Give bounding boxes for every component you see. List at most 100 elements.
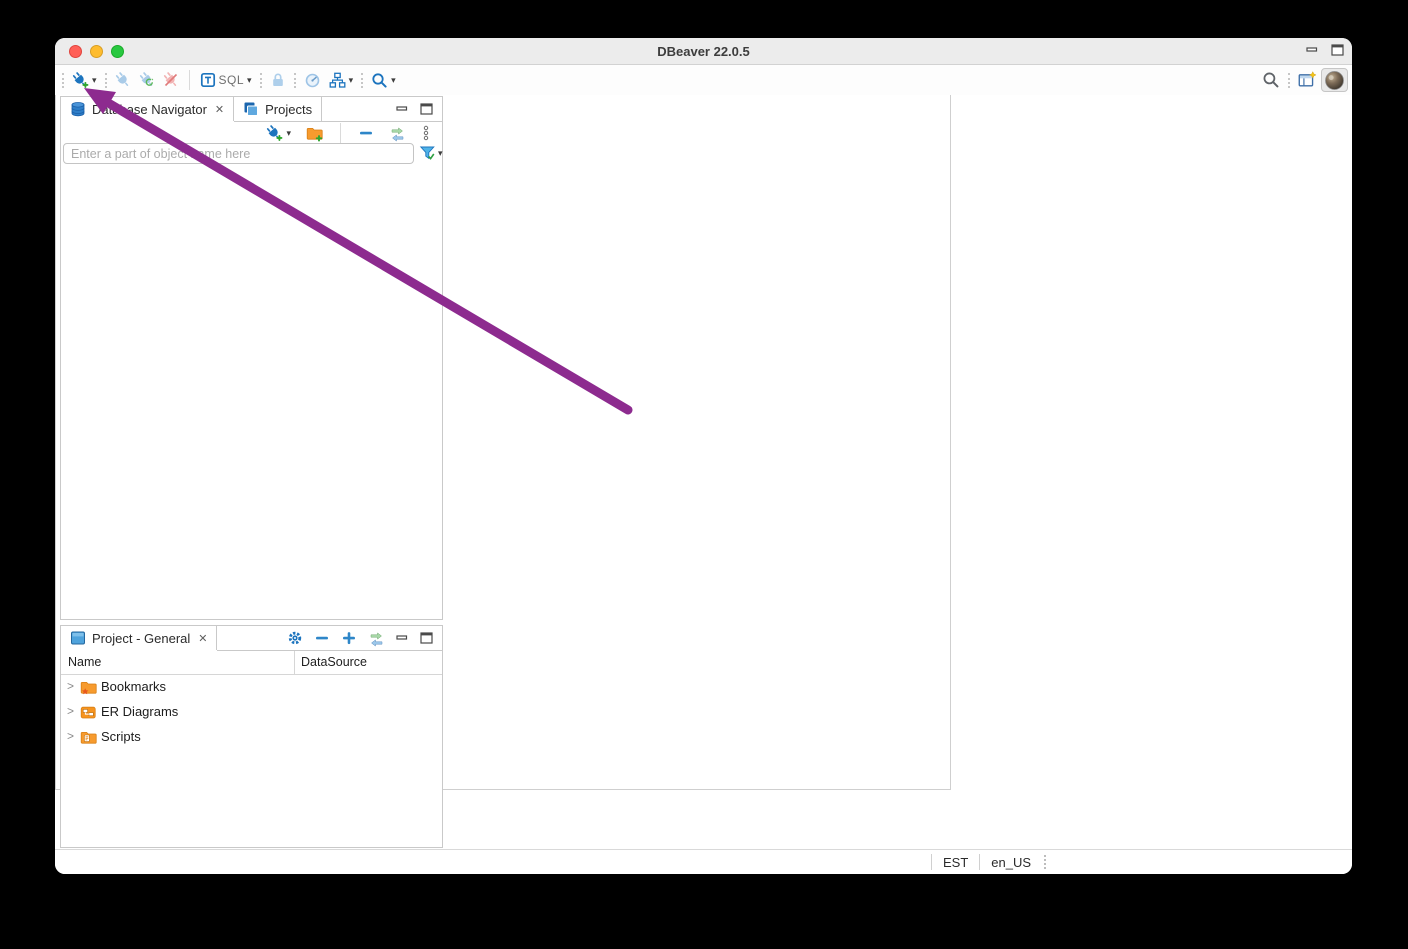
tab-projects-label: Projects — [265, 101, 313, 117]
navigator-toolbar-separator — [340, 123, 341, 143]
project-panel-actions — [278, 626, 442, 650]
disconnect-plug-icon — [163, 72, 177, 87]
lock-button[interactable] — [266, 67, 290, 93]
reconnect-plug-icon — [139, 72, 153, 86]
tree-item-label: Bookmarks — [101, 679, 167, 694]
disconnect-button[interactable] — [159, 67, 183, 93]
project-icon — [71, 631, 85, 645]
tree-item-label: Scripts — [101, 729, 141, 744]
status-grip — [1044, 855, 1047, 869]
dashboard-button[interactable] — [300, 67, 325, 93]
minimize-view-icon[interactable] — [1306, 44, 1319, 56]
close-icon[interactable]: ✕ — [198, 632, 207, 645]
chevron-right-icon[interactable]: > — [67, 679, 74, 693]
driver-manager-caret-icon[interactable]: ▾ — [349, 75, 354, 85]
minimize-view-icon[interactable] — [396, 103, 409, 115]
maximize-view-icon[interactable] — [420, 103, 433, 115]
filter-funnel-icon — [419, 146, 435, 160]
maximize-view-icon[interactable] — [1331, 44, 1344, 56]
new-connection-button[interactable]: ▾ — [68, 67, 101, 93]
tab-database-navigator[interactable]: Database Navigator ✕ — [61, 97, 235, 121]
collapse-all-icon[interactable] — [314, 630, 330, 646]
column-divider[interactable] — [294, 651, 295, 675]
link-arrows-icon — [391, 126, 404, 142]
beaver-avatar-icon — [1325, 70, 1344, 90]
tabbar-filler — [217, 626, 278, 650]
editor-actions — [1306, 44, 1344, 56]
window-title: DBeaver 22.0.5 — [657, 44, 750, 59]
quick-search-button[interactable] — [1258, 67, 1284, 93]
maximize-view-icon[interactable] — [420, 632, 433, 644]
search-icon — [372, 72, 387, 88]
project-tabbar: Project - General ✕ — [61, 626, 442, 651]
tab-project-general-label: Project - General — [92, 630, 191, 646]
toolbar-separator — [188, 70, 190, 90]
bookmarks-folder-icon — [80, 682, 97, 695]
nav-new-connection-caret-icon[interactable]: ▾ — [286, 128, 291, 138]
sql-editor-button[interactable]: SQL ▾ — [196, 67, 256, 93]
tree-item-label: ER Diagrams — [101, 704, 179, 719]
quick-search-icon — [1263, 72, 1279, 88]
new-folder-icon — [306, 127, 323, 142]
project-table-header: Name DataSource — [61, 651, 442, 675]
filter-caret-icon[interactable]: ▾ — [438, 149, 443, 158]
sql-editor-caret-icon[interactable]: ▾ — [247, 75, 252, 85]
org-chart-icon — [329, 72, 346, 88]
new-connection-caret-icon[interactable]: ▾ — [92, 75, 97, 85]
title-bar: DBeaver 22.0.5 — [55, 38, 1352, 65]
dbeaver-perspective-button[interactable] — [1321, 68, 1348, 92]
reconnect-button[interactable] — [135, 67, 159, 93]
status-bar: EST en_US — [55, 849, 1352, 874]
status-timezone[interactable]: EST — [932, 855, 979, 870]
toolbar-grip — [62, 72, 64, 88]
navigator-search-row: ▾ — [61, 143, 443, 165]
chevron-right-icon[interactable]: > — [67, 729, 74, 743]
minimize-view-icon[interactable] — [396, 632, 409, 644]
close-icon[interactable]: ✕ — [215, 103, 224, 116]
column-header-datasource[interactable]: DataSource — [301, 655, 367, 669]
tab-projects[interactable]: Projects — [234, 97, 323, 121]
tab-project-general[interactable]: Project - General ✕ — [61, 626, 218, 650]
project-general-panel: Project - General ✕ Name DataSource > Bo… — [60, 625, 443, 848]
toolbar-grip — [361, 72, 364, 88]
object-search-input[interactable] — [63, 143, 414, 164]
sql-editor-label: SQL — [218, 73, 245, 87]
dbeaver-window: DBeaver 22.0.5 ▾ SQL ▾ ▾ ▾ Database Navi… — [55, 38, 1352, 874]
toolbar-grip — [104, 72, 107, 88]
database-icon — [71, 102, 85, 117]
settings-gear-icon[interactable] — [287, 630, 303, 646]
projects-icon — [244, 102, 259, 116]
tree-row-bookmarks[interactable]: > Bookmarks — [61, 675, 442, 700]
open-perspective-button[interactable] — [1294, 67, 1321, 93]
navigator-tabbar: Database Navigator ✕ Projects — [61, 97, 442, 122]
search-caret-icon[interactable]: ▾ — [391, 75, 396, 85]
navigator-panel-actions — [387, 97, 442, 121]
new-connection-plug-icon — [267, 124, 283, 141]
status-locale[interactable]: en_US — [980, 855, 1042, 870]
link-arrows-icon[interactable] — [368, 630, 385, 647]
chevron-right-icon[interactable]: > — [67, 704, 74, 718]
toolbar-grip — [1288, 72, 1290, 88]
lock-icon — [272, 73, 283, 86]
toolbar-right-cluster — [1258, 65, 1348, 95]
tabbar-filler — [322, 97, 387, 121]
filter-control[interactable]: ▾ — [419, 145, 443, 162]
driver-manager-button[interactable]: ▾ — [325, 67, 358, 93]
screen: DBeaver 22.0.5 ▾ SQL ▾ ▾ ▾ Database Navi… — [0, 0, 1408, 949]
tab-database-navigator-label: Database Navigator — [92, 101, 207, 117]
more-menu-icon — [423, 125, 429, 141]
expand-all-icon[interactable] — [341, 630, 357, 646]
tree-row-scripts[interactable]: > Scripts — [61, 725, 442, 750]
tree-row-er-diagrams[interactable]: > ER Diagrams — [61, 700, 442, 725]
main-toolbar: ▾ SQL ▾ ▾ ▾ — [55, 65, 1352, 95]
connect-button[interactable] — [111, 67, 135, 93]
status-items: EST en_US — [931, 850, 1047, 874]
perspective-icon — [1298, 71, 1317, 87]
column-header-name[interactable]: Name — [68, 655, 101, 669]
collapse-all-icon — [360, 131, 372, 135]
sql-editor-icon — [200, 72, 215, 88]
scripts-folder-icon — [80, 732, 97, 744]
search-button[interactable]: ▾ — [367, 67, 400, 93]
connect-plug-icon — [115, 72, 128, 86]
new-connection-plug-icon — [72, 71, 89, 88]
